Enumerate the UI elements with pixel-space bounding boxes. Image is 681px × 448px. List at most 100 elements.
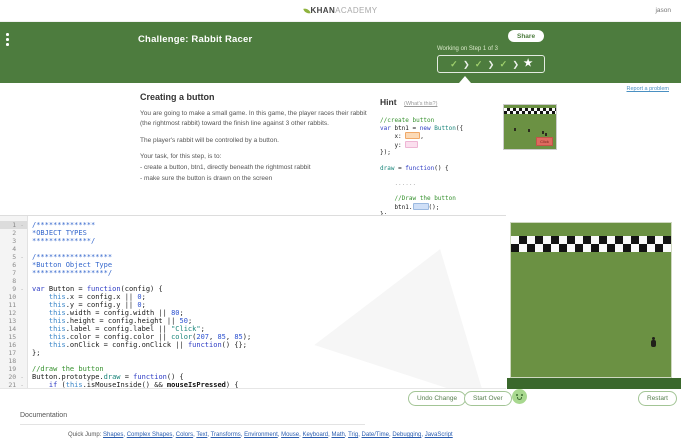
preview-click-button: Click bbox=[536, 137, 553, 146]
code-line: this.onClick = config.onClick || functio… bbox=[32, 341, 251, 349]
step-check-icon[interactable]: ✓ bbox=[495, 60, 511, 69]
logo-khan-text: KHAN bbox=[310, 6, 335, 15]
instructions-column: Creating a button You are going to make … bbox=[140, 92, 378, 185]
avatar-mouth bbox=[517, 397, 522, 400]
program-output-canvas[interactable] bbox=[510, 222, 672, 378]
code-line: /****************** bbox=[32, 253, 251, 261]
line-number[interactable]: 21 - bbox=[0, 381, 27, 389]
username-link[interactable]: jason bbox=[655, 7, 671, 14]
quick-jump-link-trig[interactable]: Trig bbox=[348, 432, 358, 438]
quick-jump-link-date-time[interactable]: Date/Time bbox=[362, 432, 389, 438]
line-number[interactable]: 20 - bbox=[0, 373, 27, 381]
quick-jump-link-javascript[interactable]: JavaScript bbox=[425, 432, 453, 438]
editor-line-number-gutter: 1 -2 3 4 5 -6 7 8 9 -10 11 12 13 14 15 1… bbox=[0, 216, 28, 388]
report-a-problem-link[interactable]: Report a problem bbox=[627, 86, 670, 92]
code-line: //draw the button bbox=[32, 365, 251, 373]
fold-marker-icon: - bbox=[20, 285, 24, 293]
player-rabbit-sprite bbox=[651, 340, 656, 347]
code-editor[interactable]: 1 -2 3 4 5 -6 7 8 9 -10 11 12 13 14 15 1… bbox=[0, 215, 506, 389]
code-line: ******************/ bbox=[32, 269, 251, 277]
fold-marker-icon: - bbox=[20, 253, 24, 261]
code-line: draw = function() { bbox=[380, 165, 508, 173]
logo-academy-text: ACADEMY bbox=[335, 6, 377, 15]
code-line: **************/ bbox=[32, 237, 251, 245]
hint-code-snippet: //create buttonvar btn1 = new Button({ x… bbox=[380, 117, 508, 219]
character-avatar[interactable] bbox=[512, 389, 527, 404]
code-line: ...... bbox=[380, 180, 508, 188]
fold-marker-icon: - bbox=[20, 373, 24, 381]
code-line: this.label = config.label || "Click"; bbox=[32, 325, 251, 333]
line-number: 14 bbox=[0, 325, 27, 333]
line-number: 7 bbox=[0, 269, 27, 277]
challenge-title: Challenge: Rabbit Racer bbox=[138, 34, 252, 45]
code-line: x: , bbox=[380, 132, 508, 141]
line-number: 10 bbox=[0, 293, 27, 301]
canvas-bottom-bar bbox=[507, 378, 681, 389]
line-number[interactable]: 9 - bbox=[0, 285, 27, 293]
line-number[interactable]: 5 - bbox=[0, 253, 27, 261]
code-line: y: bbox=[380, 141, 508, 150]
line-number: 15 bbox=[0, 333, 27, 341]
line-number: 4 bbox=[0, 245, 27, 253]
code-line: this.height = config.height || 50; bbox=[32, 317, 251, 325]
code-line: *OBJECT TYPES bbox=[32, 229, 251, 237]
task-item: - make sure the button is drawn on the s… bbox=[140, 174, 378, 184]
share-button[interactable]: Share bbox=[508, 30, 544, 42]
quick-jump-link-mouse[interactable]: Mouse bbox=[281, 432, 299, 438]
step-check-icon[interactable]: ✓ bbox=[471, 60, 487, 69]
kebab-menu-icon[interactable] bbox=[6, 33, 14, 48]
quick-jump-link-complex-shapes[interactable]: Complex Shapes bbox=[127, 432, 173, 438]
quick-jump-link-shapes[interactable]: Shapes bbox=[103, 432, 123, 438]
quick-jump-link-transforms[interactable]: Transforms bbox=[211, 432, 241, 438]
code-line: /************** bbox=[32, 221, 251, 229]
line-number: 2 bbox=[0, 229, 27, 237]
quick-jump-link-math[interactable]: Math bbox=[331, 432, 344, 438]
step-chevron-icon: ❯ bbox=[463, 60, 470, 69]
code-line bbox=[32, 277, 251, 285]
whats-this-link[interactable]: (What's this?) bbox=[404, 101, 437, 107]
khan-academy-challenge-page: KHANACADEMY jason Challenge: Rabbit Race… bbox=[0, 0, 681, 448]
khan-academy-logo[interactable]: KHANACADEMY bbox=[303, 6, 377, 15]
step-star-icon[interactable]: ★ bbox=[520, 59, 536, 69]
quick-jump-link-colors[interactable]: Colors bbox=[176, 432, 193, 438]
leaf-icon bbox=[303, 7, 310, 14]
quick-jump-link-environment[interactable]: Environment bbox=[244, 432, 278, 438]
hint-panel: Hint (What's this?) //create buttonvar b… bbox=[380, 92, 508, 219]
step-check-icon[interactable]: ✓ bbox=[446, 60, 462, 69]
line-number: 13 bbox=[0, 317, 27, 325]
rabbit-sprite bbox=[542, 131, 544, 134]
instructions-paragraph: Your task, for this step, is to: bbox=[140, 152, 378, 162]
current-step-pointer bbox=[459, 76, 471, 83]
line-number: 6 bbox=[0, 261, 27, 269]
line-number[interactable]: 1 - bbox=[0, 221, 27, 229]
restart-button[interactable]: Restart bbox=[638, 391, 677, 406]
instructions-paragraph: You are going to make a small game. In t… bbox=[140, 109, 378, 129]
fold-marker-icon: - bbox=[20, 381, 24, 389]
instructions-section: Report a problem Creating a button You a… bbox=[0, 83, 681, 215]
code-line: this.width = config.width || 80; bbox=[32, 309, 251, 317]
code-line bbox=[380, 187, 508, 195]
task-item: - create a button, btn1, directly beneat… bbox=[140, 163, 378, 173]
undo-change-button[interactable]: Undo Change bbox=[408, 391, 466, 406]
finish-line-checker bbox=[504, 108, 556, 114]
step-chevron-icon: ❯ bbox=[512, 60, 519, 69]
top-bar: KHANACADEMY jason bbox=[0, 0, 681, 22]
avatar-eye bbox=[516, 394, 518, 396]
quick-jump-link-text[interactable]: Text bbox=[196, 432, 207, 438]
documentation-heading[interactable]: Documentation bbox=[20, 412, 67, 419]
goal-preview-canvas: Click bbox=[503, 104, 557, 150]
quick-jump-nav: Quick Jump: Shapes, Complex Shapes, Colo… bbox=[68, 432, 628, 438]
step-chevron-icon: ❯ bbox=[488, 60, 495, 69]
quick-jump-link-debugging[interactable]: Debugging bbox=[392, 432, 421, 438]
line-number: 3 bbox=[0, 237, 27, 245]
line-number: 11 bbox=[0, 301, 27, 309]
line-number: 8 bbox=[0, 277, 27, 285]
code-line: var btn1 = new Button({ bbox=[380, 125, 508, 133]
editor-watermark bbox=[314, 221, 506, 389]
line-number: 17 bbox=[0, 349, 27, 357]
step-progress-label: Working on Step 1 of 3 bbox=[437, 46, 498, 52]
quick-jump-link-keyboard[interactable]: Keyboard bbox=[302, 432, 328, 438]
start-over-button[interactable]: Start Over bbox=[464, 391, 512, 406]
challenge-header: Challenge: Rabbit Racer Share Working on… bbox=[0, 22, 681, 83]
editor-code-content: /***************OBJECT TYPES************… bbox=[32, 221, 251, 389]
